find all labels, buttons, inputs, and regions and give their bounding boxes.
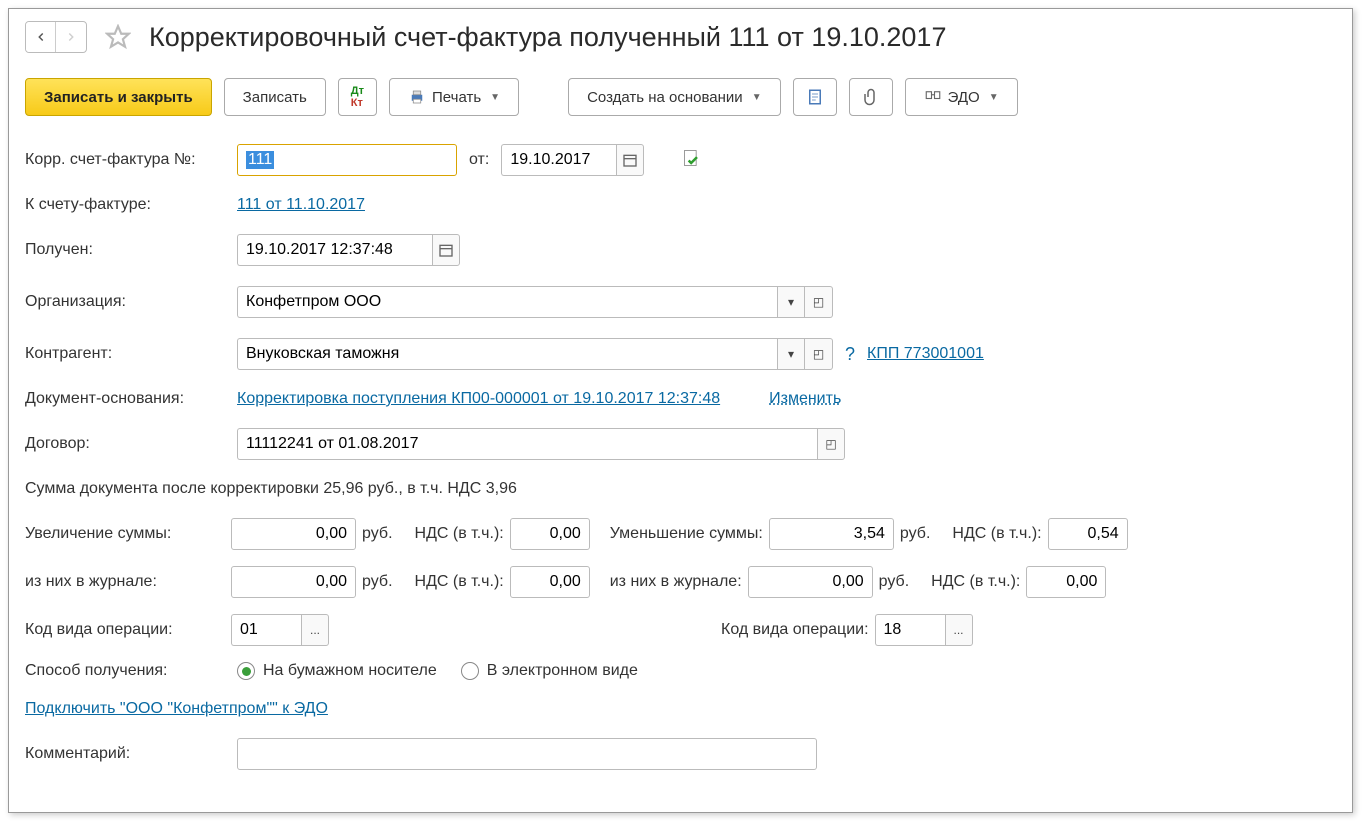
calendar-icon <box>438 242 454 258</box>
vat-incl-label: НДС (в т.ч.): <box>415 525 504 543</box>
open-ref-button[interactable]: ◰ <box>817 428 845 460</box>
vat-incl-label: НДС (в т.ч.): <box>415 573 504 591</box>
comment-label: Комментарий: <box>25 745 225 763</box>
calendar-button[interactable] <box>432 234 460 266</box>
chevron-down-icon: ▾ <box>788 295 794 309</box>
printer-icon <box>408 88 426 106</box>
increase-amount-input[interactable] <box>231 518 356 550</box>
op-code-dec-label: Код вида операции: <box>721 621 869 639</box>
invoice-date-input[interactable] <box>501 144 616 176</box>
basis-doc-label: Документ-основания: <box>25 390 225 408</box>
attachment-button[interactable] <box>849 78 893 116</box>
increase-vat-input[interactable] <box>510 518 590 550</box>
open-ref-button[interactable]: ◰ <box>805 338 833 370</box>
basis-doc-link[interactable]: Корректировка поступления КП00-000001 от… <box>237 390 720 408</box>
rub-label: руб. <box>362 573 393 591</box>
radio-checked-icon <box>237 662 255 680</box>
dt-kt-icon: ДтКт <box>351 85 364 109</box>
to-invoice-label: К счету-фактуре: <box>25 196 225 214</box>
op-code-inc-input[interactable] <box>231 614 301 646</box>
chevron-down-icon: ▾ <box>788 347 794 361</box>
counterparty-input[interactable] <box>237 338 777 370</box>
favorite-star-icon[interactable] <box>105 24 131 50</box>
from-label: от: <box>469 151 489 169</box>
decrease-amount-input[interactable] <box>769 518 894 550</box>
vat-incl-label: НДС (в т.ч.): <box>931 573 1020 591</box>
debit-credit-button[interactable]: ДтКт <box>338 78 377 116</box>
open-ref-button[interactable]: ◰ <box>805 286 833 318</box>
open-icon: ◰ <box>813 347 824 361</box>
nav-forward-button[interactable] <box>56 22 86 52</box>
invoice-number-input[interactable]: 111 <box>237 144 457 176</box>
journal-inc-label: из них в журнале: <box>25 573 157 591</box>
chevron-down-icon: ▼ <box>752 92 762 103</box>
journal-dec-vat-input[interactable] <box>1026 566 1106 598</box>
save-close-button[interactable]: Записать и закрыть <box>25 78 212 116</box>
decrease-vat-input[interactable] <box>1048 518 1128 550</box>
to-invoice-link[interactable]: 111 от 11.10.2017 <box>237 196 365 214</box>
create-based-button[interactable]: Создать на основании ▼ <box>568 78 781 116</box>
lookup-button[interactable]: ... <box>945 614 973 646</box>
radio-unchecked-icon <box>461 662 479 680</box>
change-link[interactable]: Изменить <box>769 390 841 408</box>
print-button[interactable]: Печать ▼ <box>389 78 519 116</box>
op-code-dec-input[interactable] <box>875 614 945 646</box>
edo-icon <box>924 88 942 106</box>
contract-input[interactable] <box>237 428 817 460</box>
open-icon: ◰ <box>813 295 824 309</box>
check-document-icon[interactable] <box>682 148 702 173</box>
comment-input[interactable] <box>237 738 817 770</box>
save-button[interactable]: Записать <box>224 78 326 116</box>
paperclip-icon <box>862 88 880 106</box>
contract-label: Договор: <box>25 435 225 453</box>
calendar-icon <box>622 152 638 168</box>
paper-radio[interactable]: На бумажном носителе <box>237 662 437 680</box>
kpp-link[interactable]: КПП 773001001 <box>867 345 984 363</box>
connect-edo-link[interactable]: Подключить "ООО "Конфетпром"" к ЭДО <box>25 700 328 718</box>
vat-incl-label: НДС (в т.ч.): <box>952 525 1041 543</box>
page-title: Корректировочный счет-фактура полученный… <box>149 22 946 53</box>
edo-button[interactable]: ЭДО ▼ <box>905 78 1018 116</box>
document-icon <box>806 88 824 106</box>
document-button[interactable] <box>793 78 837 116</box>
decrease-sum-label: Уменьшение суммы: <box>610 525 763 543</box>
op-code-inc-label: Код вида операции: <box>25 621 173 639</box>
dropdown-button[interactable]: ▾ <box>777 286 805 318</box>
open-icon: ◰ <box>825 437 836 451</box>
org-label: Организация: <box>25 293 225 311</box>
chevron-down-icon: ▼ <box>490 92 500 103</box>
received-label: Получен: <box>25 241 225 259</box>
calendar-button[interactable] <box>616 144 644 176</box>
invoice-number-label: Корр. счет-фактура №: <box>25 151 225 169</box>
help-icon[interactable]: ? <box>845 344 855 365</box>
increase-sum-label: Увеличение суммы: <box>25 525 171 543</box>
journal-inc-vat-input[interactable] <box>510 566 590 598</box>
receive-method-label: Способ получения: <box>25 662 225 680</box>
chevron-down-icon: ▼ <box>989 92 999 103</box>
rub-label: руб. <box>900 525 931 543</box>
journal-dec-amount-input[interactable] <box>748 566 873 598</box>
received-datetime-input[interactable] <box>237 234 432 266</box>
electronic-radio[interactable]: В электронном виде <box>461 662 638 680</box>
journal-inc-amount-input[interactable] <box>231 566 356 598</box>
counterparty-label: Контрагент: <box>25 345 225 363</box>
dropdown-button[interactable]: ▾ <box>777 338 805 370</box>
nav-back-button[interactable] <box>26 22 56 52</box>
document-sum-text: Сумма документа после корректировки 25,9… <box>25 480 517 498</box>
journal-dec-label: из них в журнале: <box>610 573 742 591</box>
org-input[interactable] <box>237 286 777 318</box>
rub-label: руб. <box>362 525 393 543</box>
rub-label: руб. <box>879 573 910 591</box>
lookup-button[interactable]: ... <box>301 614 329 646</box>
